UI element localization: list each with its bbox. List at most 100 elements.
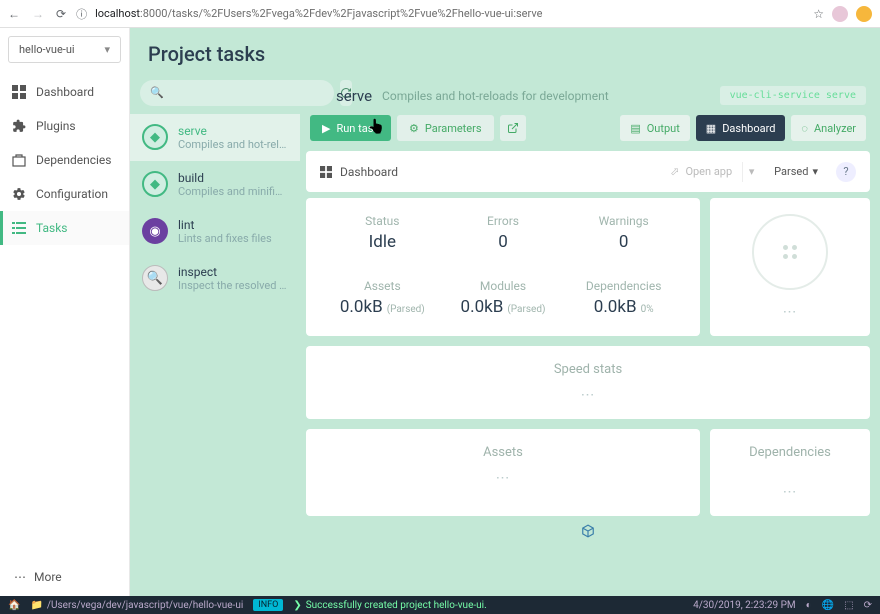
donut-chart: [752, 214, 828, 290]
subheader-label: Dashboard: [340, 165, 398, 179]
task-icon: ◆: [142, 171, 168, 197]
parsed-selector[interactable]: Parsed ▾: [766, 161, 826, 182]
parameters-label: Parameters: [425, 122, 482, 135]
dashboard-icon: [12, 85, 26, 99]
ellipsis-icon: ⋯: [322, 387, 854, 403]
task-desc: Compiles and minifies for p...: [178, 185, 288, 198]
sidebar-item-label: Tasks: [36, 221, 68, 235]
ellipsis-icon: ⋯: [783, 304, 798, 320]
stat-dependencies: Dependencies 0.0kB0%: [563, 279, 684, 320]
status-path[interactable]: 📁 /Users/vega/dev/javascript/vue/hello-v…: [30, 600, 243, 611]
tasks-icon: [12, 221, 26, 235]
ellipsis-icon: ⋯: [322, 470, 684, 486]
open-external-button[interactable]: [500, 115, 526, 141]
plugin-icon: [12, 119, 26, 133]
project-name: hello-vue-ui: [19, 43, 75, 56]
stat-errors: Errors 0: [443, 214, 564, 255]
dependencies-icon: [12, 153, 26, 167]
analyzer-tab[interactable]: ◌ Analyzer: [791, 115, 866, 141]
profile-avatar[interactable]: [832, 6, 848, 22]
gear-icon: [12, 187, 26, 201]
speed-stats-card: Speed stats ⋯: [306, 346, 870, 419]
task-item-inspect[interactable]: 🔍 inspect Inspect the resolved webpa...: [130, 255, 300, 302]
play-icon: ▶: [322, 122, 330, 135]
task-detail-panel: serve Compiles and hot-reloads for devel…: [300, 80, 880, 596]
task-detail-name: serve: [336, 87, 372, 105]
output-tab[interactable]: ▤ Output: [620, 115, 689, 141]
sidebar-item-label: Dependencies: [36, 153, 111, 167]
launch-icon: ⬀: [670, 165, 679, 178]
task-name: build: [178, 171, 288, 185]
task-name: lint: [178, 218, 272, 232]
site-info-icon[interactable]: ⓘ: [76, 6, 87, 22]
sidebar: hello-vue-ui ▾ Dashboard Plugins Depende…: [0, 28, 130, 596]
donut-card: ⋯: [710, 198, 870, 336]
help-button[interactable]: ?: [836, 162, 856, 182]
task-list-panel: 🔍 ◆ serve Compiles and hot-reloads f...: [130, 80, 300, 596]
run-task-button[interactable]: ▶ Run task 👆: [310, 115, 391, 141]
address-bar[interactable]: ⓘ localhost:8000/tasks/%2FUsers%2Fvega%2…: [76, 6, 803, 22]
extension-icon[interactable]: [856, 6, 872, 22]
task-name: serve: [178, 124, 288, 138]
forward-button[interactable]: →: [32, 7, 44, 21]
task-name: inspect: [178, 265, 288, 279]
bookmark-icon[interactable]: ☆: [813, 7, 824, 21]
home-icon[interactable]: 🏠: [8, 600, 20, 611]
task-item-lint[interactable]: ◉ lint Lints and fixes files: [130, 208, 300, 255]
chevron-down-icon: ▾: [812, 165, 818, 178]
ellipsis-icon: ⋯: [783, 484, 798, 500]
bug-icon[interactable]: ⬚: [844, 600, 853, 611]
cursor-icon: 👆: [368, 119, 385, 135]
task-search-input[interactable]: [140, 80, 334, 106]
task-icon: 🔍: [142, 265, 168, 291]
bottom-indicator: [306, 516, 870, 546]
page-title: Project tasks: [130, 28, 880, 80]
task-icon: ◉: [142, 218, 168, 244]
sidebar-item-plugins[interactable]: Plugins: [0, 109, 129, 143]
gear-icon: ⚙: [409, 122, 419, 135]
task-header: serve Compiles and hot-reloads for devel…: [306, 80, 870, 111]
reload-button[interactable]: ⟳: [56, 7, 66, 21]
more-icon: ⋯: [14, 570, 26, 584]
stat-modules: Modules 0.0kB(Parsed): [443, 279, 564, 320]
stat-warnings: Warnings 0: [563, 214, 684, 255]
parameters-button[interactable]: ⚙ Parameters: [397, 115, 494, 141]
chevron-down-icon[interactable]: ▾: [742, 162, 756, 182]
stat-status: Status Idle: [322, 214, 443, 255]
task-detail-subtitle: Compiles and hot-reloads for development: [382, 89, 609, 103]
back-button[interactable]: ←: [8, 7, 20, 21]
terminal-icon: ▤: [630, 122, 640, 135]
sidebar-item-dependencies[interactable]: Dependencies: [0, 143, 129, 177]
dashboard-icon: [320, 166, 332, 178]
stat-assets: Assets 0.0kB(Parsed): [322, 279, 443, 320]
sidebar-item-configuration[interactable]: Configuration: [0, 177, 129, 211]
task-item-build[interactable]: ◆ build Compiles and minifies for p...: [130, 161, 300, 208]
content-area: Project tasks 🔍 ◆ serve Co: [130, 28, 880, 596]
analyzer-icon: ◌: [801, 122, 808, 135]
project-selector[interactable]: hello-vue-ui ▾: [8, 36, 121, 63]
refresh-icon[interactable]: ⟳: [864, 600, 872, 611]
sidebar-item-dashboard[interactable]: Dashboard: [0, 75, 129, 109]
chevron-down-icon: ▾: [104, 43, 110, 56]
assets-card: Assets ⋯: [306, 429, 700, 516]
more-label: More: [34, 570, 62, 584]
theme-icon[interactable]: ◐: [806, 600, 812, 611]
sidebar-item-label: Plugins: [36, 119, 76, 133]
open-app-button[interactable]: ⬀ Open app ▾: [670, 162, 756, 182]
status-message: ❯ Successfully created project hello-vue…: [293, 600, 486, 611]
stats-card: Status Idle Errors 0 Warnings 0 Assets: [306, 198, 700, 336]
sidebar-item-tasks[interactable]: Tasks: [0, 211, 129, 245]
sidebar-item-label: Configuration: [36, 187, 108, 201]
status-bar: 🏠 📁 /Users/vega/dev/javascript/vue/hello…: [0, 596, 880, 614]
dashboard-tab[interactable]: ▦ Dashboard: [696, 115, 786, 141]
task-command: vue-cli-service serve: [720, 86, 866, 105]
task-icon: ◆: [142, 124, 168, 150]
more-menu[interactable]: ⋯ More: [0, 558, 129, 596]
search-icon: 🔍: [150, 86, 164, 99]
dependencies-card: Dependencies ⋯: [710, 429, 870, 516]
dashboard-subheader: Dashboard ⬀ Open app ▾ Parsed ▾ ?: [306, 151, 870, 192]
task-actions: ▶ Run task 👆 ⚙ Parameters ▤ Output: [306, 111, 870, 145]
task-item-serve[interactable]: ◆ serve Compiles and hot-reloads f...: [130, 114, 300, 161]
cube-icon: [581, 524, 595, 538]
translate-icon[interactable]: 🌐: [822, 600, 834, 611]
